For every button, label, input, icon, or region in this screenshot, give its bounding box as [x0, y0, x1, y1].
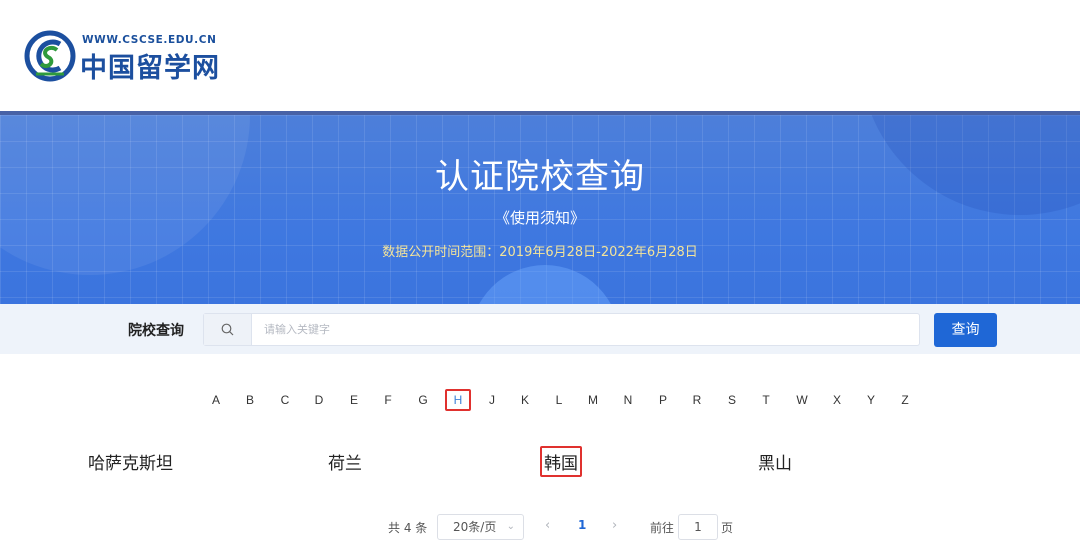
letter-x[interactable]: X — [824, 389, 850, 411]
search-input[interactable] — [264, 319, 904, 340]
letter-h[interactable]: H — [445, 389, 471, 411]
chevron-down-icon: ⌄ — [506, 521, 515, 532]
prev-page-icon[interactable]: ‹ — [545, 518, 550, 533]
search-icon-container — [204, 314, 252, 345]
usage-notice-link[interactable]: 《使用须知》 — [0, 207, 1080, 228]
letter-f[interactable]: F — [375, 389, 401, 411]
letter-r[interactable]: R — [684, 389, 710, 411]
letter-a[interactable]: A — [203, 389, 229, 411]
logo-cn-text: 中国留学网 — [80, 53, 220, 84]
data-date-range: 数据公开时间范围：2019年6月28日-2022年6月28日 — [382, 245, 698, 260]
letter-m[interactable]: M — [580, 389, 606, 411]
search-label: 院校查询 — [128, 323, 184, 339]
pagination: 共 4 条 20条/页 ⌄ ‹ 1 › 前往 1 页 — [0, 514, 1080, 540]
hero-banner: 认证院校查询 《使用须知》 数据公开时间范围：2019年6月28日-2022年6… — [0, 111, 1080, 304]
page-unit-label: 页 — [721, 521, 734, 535]
page-size-select[interactable]: 20条/页 ⌄ — [437, 514, 524, 540]
next-page-icon[interactable]: › — [612, 518, 617, 533]
cscse-logo-icon — [24, 30, 76, 82]
site-header: WWW.CSCSE.EDU.CN 中国留学网 — [0, 0, 1080, 111]
country-item[interactable]: 哈萨克斯坦 — [88, 449, 173, 474]
letter-l[interactable]: L — [546, 389, 572, 411]
letter-b[interactable]: B — [237, 389, 263, 411]
search-box[interactable] — [203, 313, 920, 346]
letter-s[interactable]: S — [719, 389, 745, 411]
letter-z[interactable]: Z — [892, 389, 918, 411]
country-item[interactable]: 黑山 — [758, 449, 792, 474]
letter-d[interactable]: D — [306, 389, 332, 411]
search-icon — [221, 323, 234, 336]
letter-n[interactable]: N — [615, 389, 641, 411]
letter-c[interactable]: C — [272, 389, 298, 411]
letter-t[interactable]: T — [753, 389, 779, 411]
letter-p[interactable]: P — [650, 389, 676, 411]
letter-g[interactable]: G — [410, 389, 436, 411]
total-count: 共 4 条 — [388, 521, 428, 535]
goto-label: 前往 — [650, 521, 675, 535]
goto-page-input[interactable]: 1 — [678, 514, 718, 540]
search-bar: 院校查询 查询 — [0, 304, 1080, 354]
country-item[interactable]: 荷兰 — [328, 449, 362, 474]
page-size-value: 20条/页 — [453, 520, 497, 534]
country-item-selected[interactable]: 韩国 — [540, 446, 582, 477]
page-title: 认证院校查询 — [435, 157, 645, 197]
letter-w[interactable]: W — [789, 389, 815, 411]
letter-e[interactable]: E — [341, 389, 367, 411]
site-logo[interactable]: WWW.CSCSE.EDU.CN 中国留学网 — [24, 28, 224, 88]
page-number-current[interactable]: 1 — [578, 518, 586, 532]
search-button[interactable]: 查询 — [934, 313, 997, 347]
letter-y[interactable]: Y — [858, 389, 884, 411]
letter-k[interactable]: K — [512, 389, 538, 411]
letter-j[interactable]: J — [479, 389, 505, 411]
logo-url-text: WWW.CSCSE.EDU.CN — [82, 34, 217, 46]
